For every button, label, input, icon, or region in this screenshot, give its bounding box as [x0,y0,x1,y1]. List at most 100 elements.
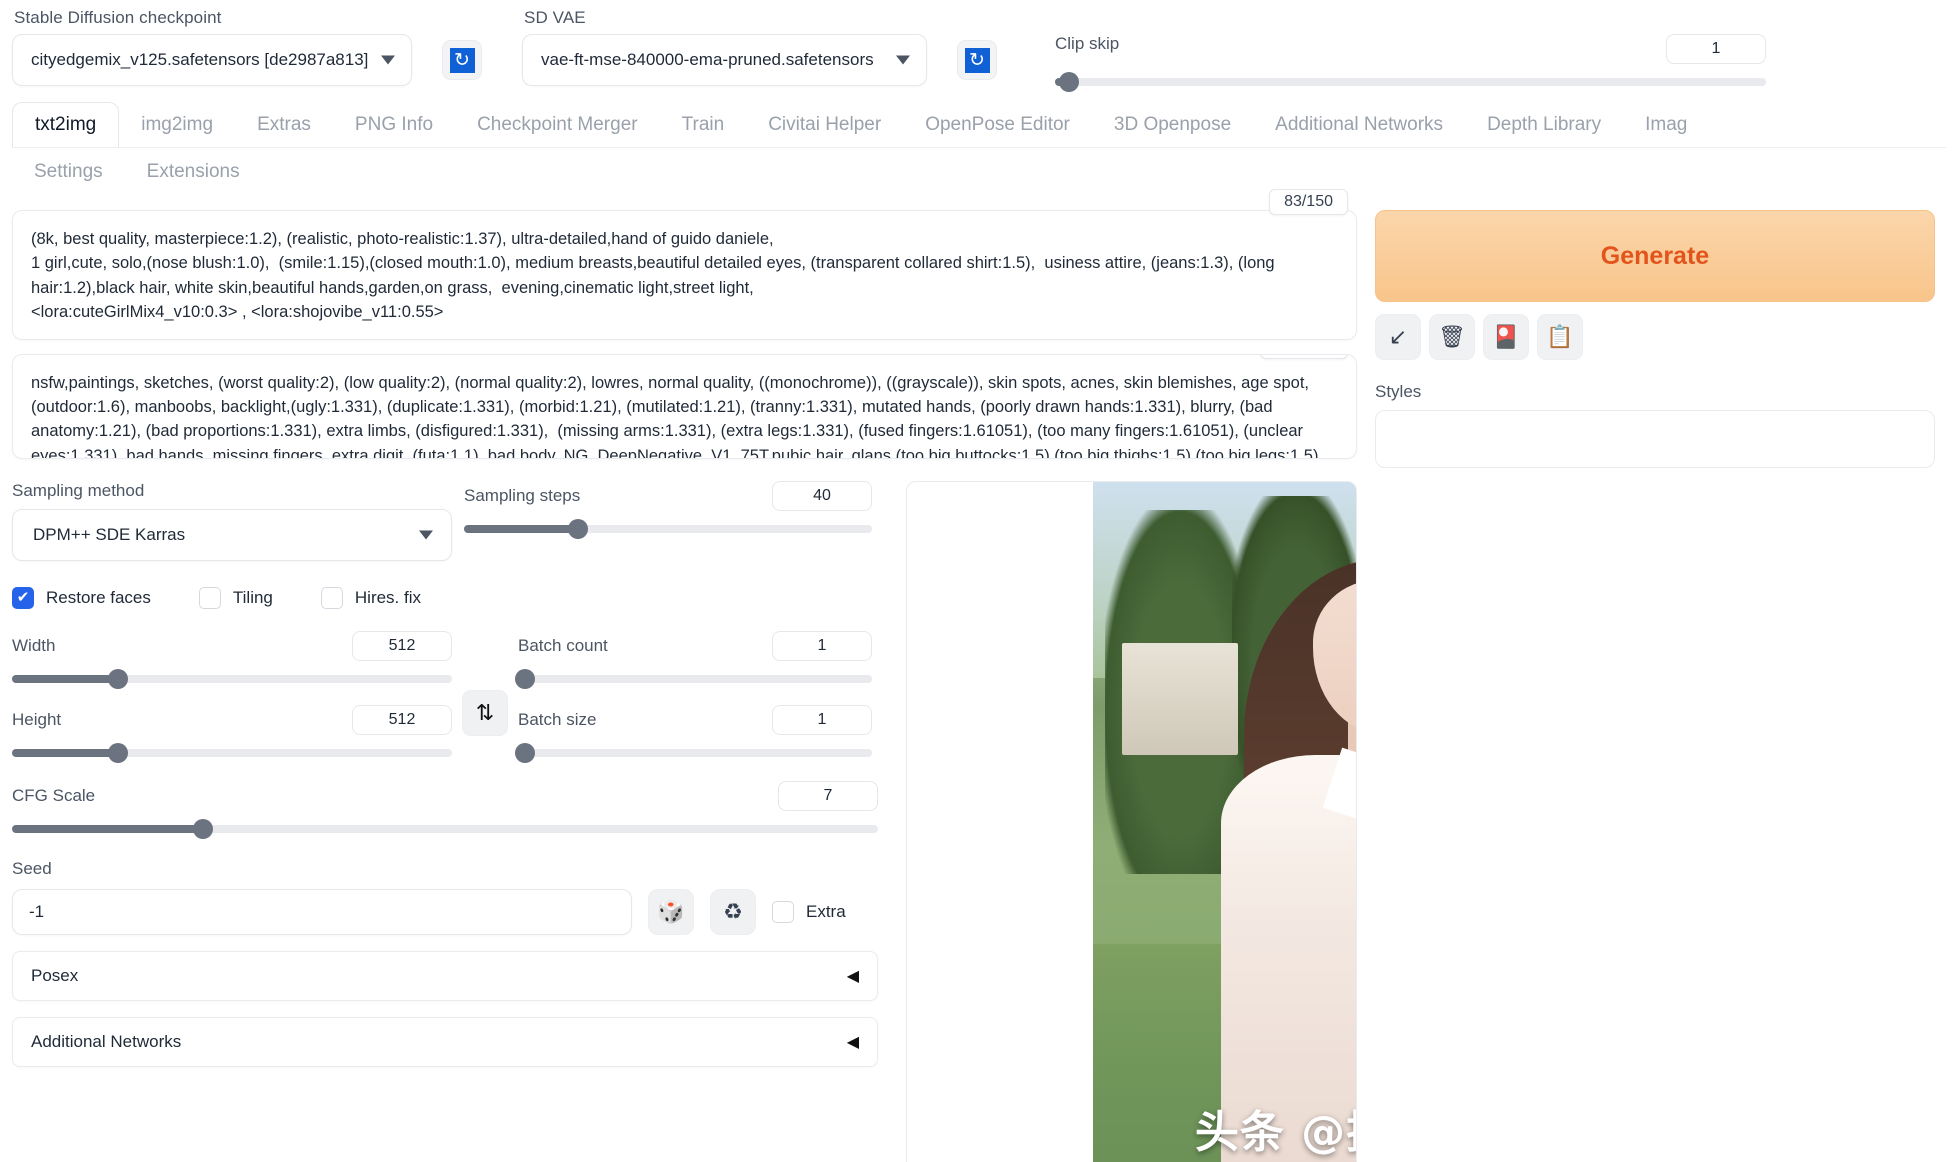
primary-tabs: txt2img img2img Extras PNG Info Checkpoint M… [12,102,1946,147]
right-column: Generate ↙ 🗑 🎴 📋 Styles [1357,194,1947,1162]
clip-skip-label: Clip skip [1055,34,1120,53]
seed-input[interactable]: -1 [12,888,632,935]
arrow-down-left-button[interactable]: ↙ [1375,314,1421,360]
height-value[interactable]: 512 [352,704,452,735]
tab-civitai-helper[interactable]: Civitai Helper [746,103,903,147]
tab-checkpoint-merger[interactable]: Checkpoint Merger [455,103,660,147]
batch-count-slider-knob[interactable] [515,668,536,689]
width-value[interactable]: 512 [352,630,452,661]
prompt-box[interactable]: 83/150 (8k, best quality, masterpiece:1.… [12,189,1357,340]
batch-size-slider-knob[interactable] [515,742,536,763]
tab-settings[interactable]: Settings [12,150,125,194]
chevron-down-icon [419,530,433,540]
generate-button[interactable]: Generate [1375,210,1935,302]
tab-openpose-editor[interactable]: OpenPose Editor [903,103,1092,147]
vae-group: SD VAE vae-ft-mse-840000-ema-pruned.safe… [522,8,927,86]
refresh-icon: ↻ [964,47,990,73]
refresh-checkpoint-button[interactable]: ↻ [442,40,482,80]
clip-skip-value[interactable]: 1 [1666,34,1766,64]
sampling-steps-slider-knob[interactable] [568,518,589,539]
negative-prompt-box[interactable]: 159/225 nsfw,paintings, sketches, (worst… [12,353,1357,459]
batch-group: Batch count 1 Batch size 1 [515,630,872,763]
art-card-button[interactable]: 🎴 [1483,314,1529,360]
extra-seed-checkbox[interactable]: Extra [772,900,846,923]
checkbox-tiling[interactable]: Tiling [198,586,273,609]
width-label: Width [12,635,56,655]
width-slider[interactable] [12,668,452,689]
seed-label: Seed [12,858,52,878]
tab-png-info[interactable]: PNG Info [333,103,455,147]
sampling-row: Sampling method DPM++ SDE Karras Samplin… [12,480,878,561]
tab-3d-openpose[interactable]: 3D Openpose [1092,103,1253,147]
styles-select[interactable] [1375,410,1935,468]
batch-count-slider[interactable] [515,668,872,689]
refresh-vae-button[interactable]: ↻ [957,40,997,80]
styles-label: Styles [1375,382,1422,401]
chevron-left-icon: ◀ [846,1033,859,1051]
batch-size-label: Batch size [518,709,597,729]
tab-img2img[interactable]: img2img [119,103,235,147]
height-slider-knob[interactable] [107,742,128,763]
secondary-tabs: Settings Extensions [12,150,1946,194]
seed-group: Seed -1 🎲 ♻ Extra [12,859,878,935]
check-icon: ✔ [12,586,34,609]
cfg-scale-slider-fill [12,824,203,833]
cfg-scale-slider-knob[interactable] [192,818,213,839]
accordion-additional-networks[interactable]: Additional Networks ◀ [12,1016,878,1067]
swap-dimensions-button[interactable]: ⇅ [462,689,508,736]
trash-button[interactable]: 🗑 [1429,314,1475,360]
height-label: Height [12,709,62,729]
checkpoint-label: Stable Diffusion checkpoint [14,8,222,27]
swap-icon: ⇅ [475,699,495,725]
sampling-steps-value[interactable]: 40 [772,480,872,511]
tab-txt2img[interactable]: txt2img [12,102,120,147]
batch-size-value[interactable]: 1 [772,704,872,735]
tab-imag[interactable]: Imag [1623,103,1709,147]
random-seed-button[interactable]: 🎲 [648,888,694,935]
sampling-steps-slider[interactable] [464,518,872,539]
tabs-divider [12,147,1946,148]
negative-prompt-textarea[interactable]: nsfw,paintings, sketches, (worst quality… [31,371,1338,458]
clipboard-button[interactable]: 📋 [1537,314,1583,360]
tab-additional-networks[interactable]: Additional Networks [1253,103,1465,147]
sampling-method-select[interactable]: DPM++ SDE Karras [12,508,452,561]
checkbox-label: Tiling [232,587,273,607]
batch-count-value[interactable]: 1 [772,630,872,661]
checkpoint-select[interactable]: cityedgemix_v125.safetensors [de2987a813… [12,34,412,86]
dice-icon: 🎲 [657,898,685,924]
recycle-icon: ♻ [723,898,743,924]
image-preview-panel[interactable]: 头条 @技术宅老张 [906,480,1357,1162]
tab-extensions[interactable]: Extensions [125,150,262,194]
vae-select[interactable]: vae-ft-mse-840000-ema-pruned.safetensors [522,34,927,86]
arrow-down-left-icon: ↙ [1388,324,1408,349]
tab-extras[interactable]: Extras [235,103,333,147]
accordion-label: Posex [31,965,79,985]
prompt-action-icons: ↙ 🗑 🎴 📋 [1375,314,1947,360]
image-house [1122,642,1238,755]
clip-skip-group: Clip skip 1 [1055,34,1946,92]
cfg-scale-group: CFG Scale 7 [12,780,878,839]
cfg-scale-slider[interactable] [12,818,878,839]
checkpoint-value: cityedgemix_v125.safetensors [de2987a813… [31,50,369,69]
tab-train[interactable]: Train [660,103,747,147]
prompt-textarea[interactable]: (8k, best quality, masterpiece:1.2), (re… [31,227,1338,325]
clip-skip-slider[interactable] [1055,72,1766,92]
accordion-posex[interactable]: Posex ◀ [12,950,878,1001]
reuse-seed-button[interactable]: ♻ [710,888,756,935]
batch-size-slider[interactable] [515,742,872,763]
chevron-down-icon [381,55,395,65]
height-slider[interactable] [12,742,452,763]
clip-skip-slider-knob[interactable] [1059,72,1080,92]
cfg-scale-value[interactable]: 7 [778,780,878,811]
refresh-icon: ↻ [449,47,475,73]
batch-count-label: Batch count [518,635,608,655]
toggles-row: ✔ Restore faces Tiling Hires. fix [12,586,878,609]
sampling-steps-slider-fill [464,524,579,533]
tab-depth-library[interactable]: Depth Library [1465,103,1623,147]
sampling-method-group: Sampling method DPM++ SDE Karras [12,481,452,561]
checkbox-restore-faces[interactable]: ✔ Restore faces [12,586,151,609]
extra-label: Extra [806,901,846,921]
checkbox-hires-fix[interactable]: Hires. fix [320,586,422,609]
checkbox-label: Hires. fix [354,587,422,607]
width-slider-knob[interactable] [107,668,128,689]
